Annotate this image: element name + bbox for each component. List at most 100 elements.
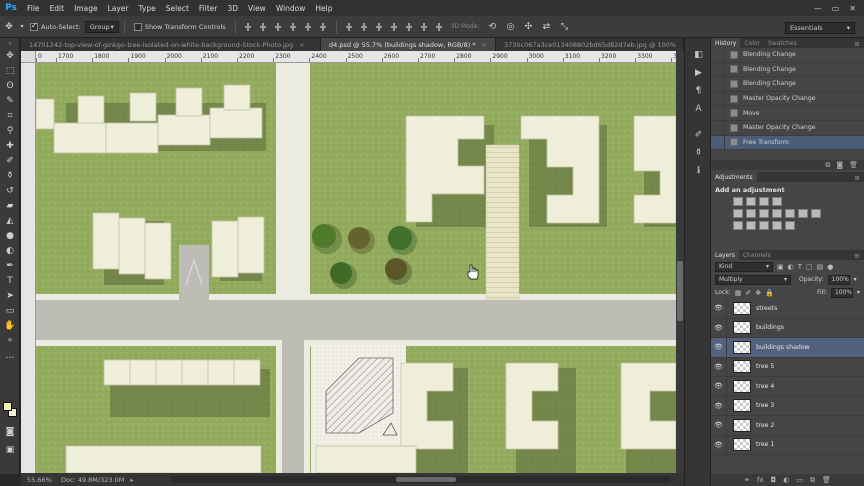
history-source-checkbox[interactable]: [711, 135, 725, 150]
vibrance-icon[interactable]: [733, 209, 743, 218]
crop-tool-icon[interactable]: ⌗: [0, 108, 20, 123]
black-white-icon[interactable]: [772, 209, 782, 218]
layer-row[interactable]: 👁 tree 5: [711, 357, 864, 377]
trash-icon[interactable]: 🗑: [849, 161, 858, 169]
history-source-checkbox[interactable]: [711, 106, 725, 120]
history-item[interactable]: Master Opacity Change: [711, 120, 864, 136]
marquee-tool-icon[interactable]: ⬚: [0, 63, 20, 78]
menu-window[interactable]: Window: [271, 4, 311, 13]
visibility-eye-icon[interactable]: 👁: [711, 416, 727, 435]
tab-adjustments[interactable]: Adjustments: [711, 172, 757, 182]
horizontal-scrollbar[interactable]: [171, 476, 671, 483]
more-tools-icon[interactable]: …: [0, 348, 20, 363]
hue-saturation-icon[interactable]: [746, 209, 756, 218]
tool-preset-arrow-icon[interactable]: ▾: [18, 19, 26, 35]
chevron-down-icon[interactable]: ▾: [857, 289, 860, 296]
history-panel-icon[interactable]: ◧: [685, 46, 712, 64]
close-icon[interactable]: ×: [482, 41, 487, 49]
ruler-origin[interactable]: [21, 51, 36, 63]
layer-row[interactable]: 👁 tree 3: [711, 396, 864, 416]
align-top-icon[interactable]: [243, 21, 253, 32]
3d-slide-icon[interactable]: ⇄: [537, 19, 555, 35]
tab-3730-jpg[interactable]: 3730c067a3ce013408802bd65d82d7eb.jpg @ 1…: [496, 38, 684, 51]
posterize-icon[interactable]: [746, 221, 756, 230]
color-balance-icon[interactable]: [759, 209, 769, 218]
close-icon[interactable]: ✕: [849, 4, 856, 13]
dodge-tool-icon[interactable]: ◐: [0, 243, 20, 258]
hand-tool-icon[interactable]: ✋: [0, 318, 20, 333]
document-canvas[interactable]: [36, 63, 676, 473]
align-left-icon[interactable]: [288, 21, 298, 32]
lock-position-icon[interactable]: ✥: [755, 289, 761, 297]
visibility-eye-icon[interactable]: 👁: [711, 318, 727, 337]
visibility-eye-icon[interactable]: 👁: [711, 299, 727, 318]
align-bottom-icon[interactable]: [273, 21, 283, 32]
healing-brush-tool-icon[interactable]: ✚: [0, 138, 20, 153]
lock-all-icon[interactable]: 🔒: [765, 289, 774, 297]
info-panel-icon[interactable]: ℹ: [685, 162, 712, 180]
blend-mode-dropdown[interactable]: Multiply ▾: [715, 274, 791, 285]
snapshot-camera-icon[interactable]: ◙: [836, 161, 843, 169]
link-layers-icon[interactable]: ⚭: [744, 476, 750, 484]
history-item[interactable]: Blending Change: [711, 77, 864, 92]
smart-object-filter-icon[interactable]: ▤: [817, 263, 824, 271]
clone-stamp-tool-icon[interactable]: ⚱: [0, 168, 20, 183]
zoom-level[interactable]: 55.66%: [21, 476, 55, 484]
workspace-dropdown[interactable]: Essentials ▾: [785, 22, 855, 34]
history-item[interactable]: Master Opacity Change: [711, 91, 864, 107]
distribute-top-icon[interactable]: [344, 21, 354, 32]
move-tool-icon[interactable]: ✥: [0, 19, 18, 35]
tab-channels[interactable]: Channels: [739, 250, 775, 260]
adjustment-filter-icon[interactable]: ◐: [788, 263, 794, 271]
align-vcenter-icon[interactable]: [258, 21, 268, 32]
invert-icon[interactable]: [733, 221, 743, 230]
opacity-input[interactable]: 100%: [827, 274, 850, 285]
history-source-checkbox[interactable]: [711, 77, 725, 91]
paint-bucket-tool-icon[interactable]: ◭: [0, 213, 20, 228]
visibility-eye-icon[interactable]: 👁: [711, 377, 727, 396]
tab-ginkgo-photo[interactable]: 14701242-top-view-of-ginkgo-tree-isolate…: [21, 38, 321, 51]
auto-select-checkbox[interactable]: [30, 21, 38, 31]
auto-align-icon[interactable]: [434, 21, 444, 32]
menu-layer[interactable]: Layer: [103, 4, 134, 13]
chevron-down-icon[interactable]: ▾: [854, 276, 857, 283]
history-brush-tool-icon[interactable]: ↺: [0, 183, 20, 198]
history-source-checkbox[interactable]: [711, 48, 725, 62]
paragraph-panel-icon[interactable]: ¶: [685, 82, 712, 100]
quick-mask-icon[interactable]: ◙: [0, 424, 20, 439]
document-size[interactable]: Doc: 49.8M/323.0M: [55, 476, 124, 484]
new-document-from-state-icon[interactable]: ⧉: [825, 161, 830, 170]
selective-color-icon[interactable]: [785, 221, 795, 230]
type-tool-icon[interactable]: T: [0, 273, 20, 288]
path-selection-tool-icon[interactable]: ➤: [0, 288, 20, 303]
history-item[interactable]: Blending Change: [711, 48, 864, 63]
menu-select[interactable]: Select: [161, 4, 194, 13]
move-tool-icon[interactable]: ✥: [0, 48, 20, 63]
photo-filter-icon[interactable]: [785, 209, 795, 218]
tab-d4-psd[interactable]: d4.psd @ 55.7% (buildings shadow, RGB/8)…: [321, 38, 496, 51]
align-hcenter-icon[interactable]: [303, 21, 313, 32]
add-mask-icon[interactable]: ◘: [771, 476, 777, 484]
visibility-eye-icon[interactable]: 👁: [711, 357, 727, 376]
screen-mode-icon[interactable]: ▣: [0, 442, 20, 457]
panel-menu-icon[interactable]: ≡: [854, 174, 860, 182]
trash-icon[interactable]: 🗑: [822, 476, 831, 484]
filter-toggle-icon[interactable]: ●: [827, 263, 833, 271]
type-filter-icon[interactable]: T: [798, 263, 802, 271]
rectangle-tool-icon[interactable]: ▭: [0, 303, 20, 318]
auto-select-dropdown[interactable]: Group ▾: [84, 20, 119, 33]
lasso-tool-icon[interactable]: ʘ: [0, 78, 20, 93]
brightness-icon[interactable]: [733, 197, 743, 206]
scroll-thumb[interactable]: [396, 477, 456, 482]
brush-tool-icon[interactable]: ✐: [0, 153, 20, 168]
history-item[interactable]: Move: [711, 106, 864, 121]
close-icon[interactable]: ×: [299, 41, 304, 49]
layer-filter-dropdown[interactable]: Kind ▾: [715, 261, 773, 272]
distribute-hcenter-icon[interactable]: [404, 21, 414, 32]
maximize-icon[interactable]: ▭: [832, 4, 840, 13]
tab-history[interactable]: History: [711, 38, 741, 48]
fill-input[interactable]: 100%: [830, 287, 853, 298]
3d-rotate-icon[interactable]: ⟲: [483, 19, 501, 35]
menu-image[interactable]: Image: [69, 4, 103, 13]
minimize-icon[interactable]: —: [814, 4, 822, 13]
